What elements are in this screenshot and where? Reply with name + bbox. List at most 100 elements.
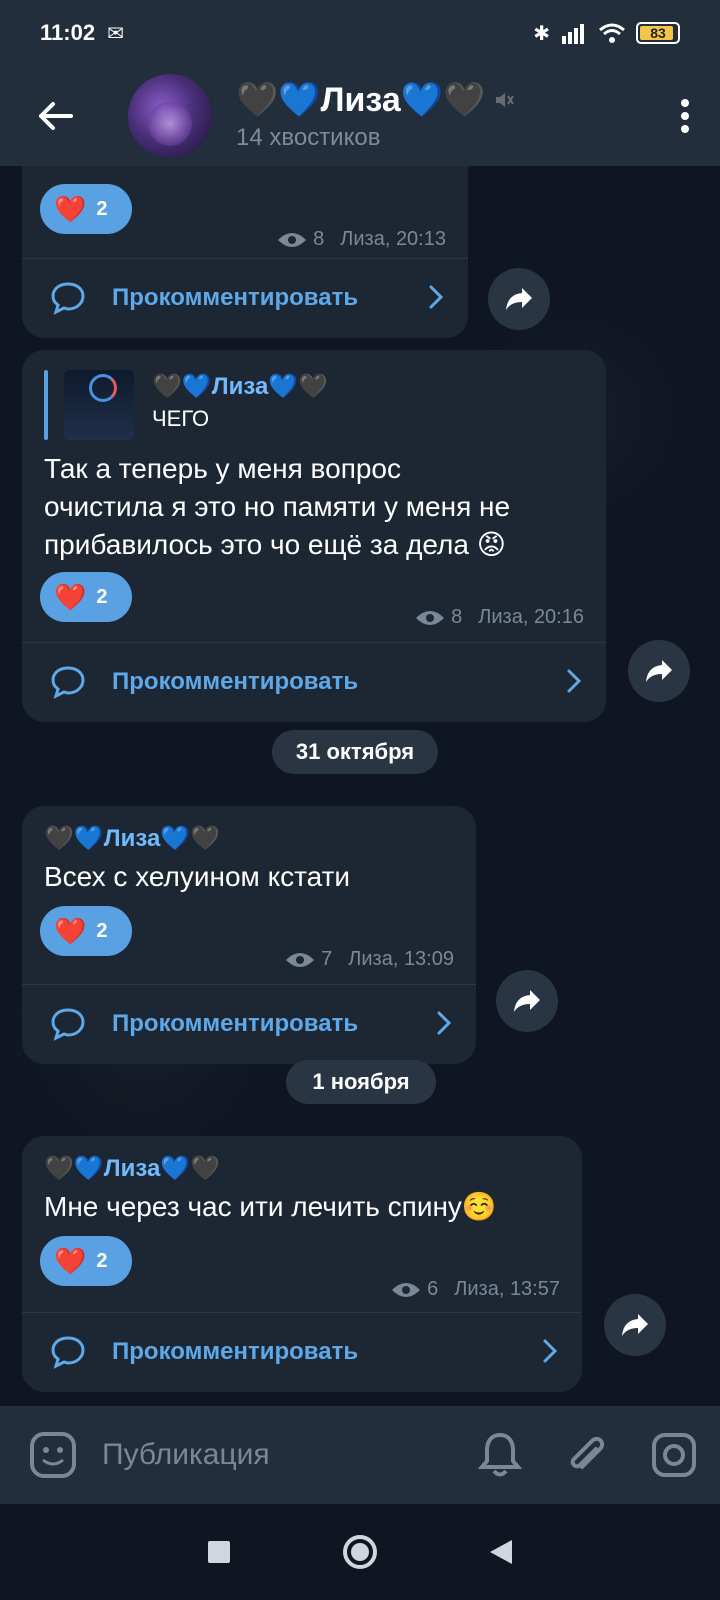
status-bar: 11:02 ✉ ✱ 83	[0, 0, 720, 66]
channel-info[interactable]: 🖤💙Лиза💙🖤 14 хвостиков	[236, 80, 515, 152]
view-count: 8	[313, 228, 325, 250]
eye-icon	[416, 610, 445, 625]
back-button[interactable]	[0, 66, 110, 166]
author-time: Лиза, 20:13	[340, 228, 446, 250]
share-icon	[622, 1314, 648, 1336]
message-line: очистила я это но памяти у меня не	[44, 491, 511, 522]
comment-row[interactable]: Прокомментировать	[22, 1312, 582, 1392]
message-text: Мне через час ити лечить спину☺️	[44, 1191, 497, 1222]
reaction-button[interactable]: ❤️ 2	[40, 1236, 132, 1286]
reaction-count: 2	[96, 197, 108, 220]
date-separator: 31 октября	[272, 730, 438, 774]
channel-avatar[interactable]	[128, 74, 212, 158]
battery-level: 83	[650, 25, 666, 41]
member-count: 14 хвостиков	[236, 124, 381, 151]
status-icons: ✱ 83	[533, 21, 680, 46]
heart-icon: ❤️	[54, 581, 87, 612]
message-bubble[interactable]: 🖤💙Лиза💙🖤 Всех с хелуином кстати ❤️ 2 7 Л…	[22, 806, 476, 1064]
paperclip-icon[interactable]	[564, 1431, 608, 1479]
comment-icon	[51, 666, 85, 699]
message-line: прибавилось это чо ещё за дела 😡	[44, 529, 506, 560]
heart-icon: ❤️	[54, 1245, 87, 1276]
signal-icon	[562, 24, 584, 44]
message-author: 🖤💙Лиза💙🖤	[44, 825, 221, 852]
chat-header: 🖤💙Лиза💙🖤 14 хвостиков	[0, 66, 720, 166]
chat-area[interactable]: ❤️ 2 8 Лиза, 20:13 Прокомментировать 🖤💙Л…	[0, 166, 720, 1406]
heart-icon: ❤️	[54, 193, 87, 224]
comment-icon	[51, 1336, 85, 1369]
reaction-count: 2	[96, 585, 108, 608]
view-count: 6	[427, 1278, 439, 1300]
more-vertical-icon	[681, 99, 689, 133]
chevron-right-icon	[437, 1011, 452, 1035]
comment-label: Прокомментировать	[112, 284, 359, 311]
heart-icon: ❤️	[54, 915, 87, 946]
reaction-count: 2	[96, 919, 108, 942]
message-text: Всех с хелуином кстати	[44, 861, 351, 892]
date-separator: 1 ноября	[286, 1060, 436, 1104]
share-icon	[514, 990, 540, 1012]
reaction-button[interactable]: ❤️ 2	[40, 184, 132, 234]
reply-text: ЧЕГО	[152, 406, 210, 431]
message-input[interactable]: Публикация	[102, 1438, 270, 1472]
message-text: Так а теперь у меня вопрос очистила я эт…	[44, 450, 510, 564]
channel-title: 🖤💙Лиза💙🖤	[236, 80, 515, 120]
nav-circle-icon[interactable]	[342, 1534, 378, 1570]
chevron-right-icon	[429, 285, 444, 309]
bluetooth-icon: ✱	[533, 22, 550, 45]
share-button[interactable]	[604, 1294, 666, 1356]
reply-thumbnail	[64, 370, 134, 440]
chevron-right-icon	[543, 1339, 558, 1363]
mail-icon: ✉	[107, 22, 124, 45]
share-icon	[646, 660, 672, 682]
comment-row[interactable]: Прокомментировать	[22, 642, 606, 722]
author-time: Лиза, 13:09	[348, 948, 454, 970]
message-meta: 8 Лиза, 20:13	[277, 228, 446, 251]
wifi-icon	[599, 23, 625, 43]
share-button[interactable]	[496, 970, 558, 1032]
comment-label: Прокомментировать	[112, 668, 359, 695]
eye-icon	[278, 232, 307, 247]
message-author: 🖤💙Лиза💙🖤	[44, 1155, 221, 1182]
battery-icon: 83	[636, 22, 680, 44]
view-count: 8	[451, 606, 463, 628]
message-bubble[interactable]: ❤️ 2 8 Лиза, 20:13 Прокомментировать	[22, 166, 468, 338]
camera-icon[interactable]	[650, 1431, 698, 1479]
reply-bar	[44, 370, 48, 440]
comment-row[interactable]: Прокомментировать	[22, 984, 476, 1064]
input-actions	[478, 1431, 720, 1479]
more-button[interactable]	[650, 66, 720, 166]
comment-row[interactable]: Прокомментировать	[22, 258, 468, 338]
bell-icon[interactable]	[478, 1431, 522, 1479]
message-meta: 7 Лиза, 13:09	[285, 948, 454, 971]
nav-square-icon[interactable]	[206, 1539, 232, 1565]
message-meta: 6 Лиза, 13:57	[391, 1278, 560, 1301]
share-icon	[506, 288, 532, 310]
eye-icon	[392, 1282, 421, 1297]
mute-icon	[496, 93, 515, 107]
message-bubble[interactable]: 🖤💙Лиза💙🖤 ЧЕГО Так а теперь у меня вопрос…	[22, 350, 606, 722]
message-bubble[interactable]: 🖤💙Лиза💙🖤 Мне через час ити лечить спину☺…	[22, 1136, 582, 1392]
input-bar: Публикация	[0, 1406, 720, 1504]
reaction-button[interactable]: ❤️ 2	[40, 906, 132, 956]
reply-author: 🖤💙Лиза💙🖤	[152, 373, 329, 400]
comment-icon	[51, 282, 85, 315]
reaction-count: 2	[96, 1249, 108, 1272]
author-time: Лиза, 13:57	[454, 1278, 560, 1300]
system-nav-bar	[0, 1504, 720, 1600]
message-line: Так а теперь у меня вопрос	[44, 453, 401, 484]
share-button[interactable]	[488, 268, 550, 330]
nav-back-icon[interactable]	[488, 1538, 514, 1566]
view-count: 7	[321, 948, 333, 970]
share-button[interactable]	[628, 640, 690, 702]
status-time: 11:02	[40, 20, 96, 45]
reaction-button[interactable]: ❤️ 2	[40, 572, 132, 622]
author-time: Лиза, 20:16	[478, 606, 584, 628]
sticker-icon[interactable]	[28, 1430, 78, 1480]
back-arrow-icon	[39, 102, 73, 130]
comment-label: Прокомментировать	[112, 1010, 359, 1037]
channel-title-text: 🖤💙Лиза💙🖤	[236, 81, 486, 119]
eye-icon	[286, 952, 315, 967]
chevron-right-icon	[567, 669, 582, 693]
comment-label: Прокомментировать	[112, 1338, 359, 1365]
